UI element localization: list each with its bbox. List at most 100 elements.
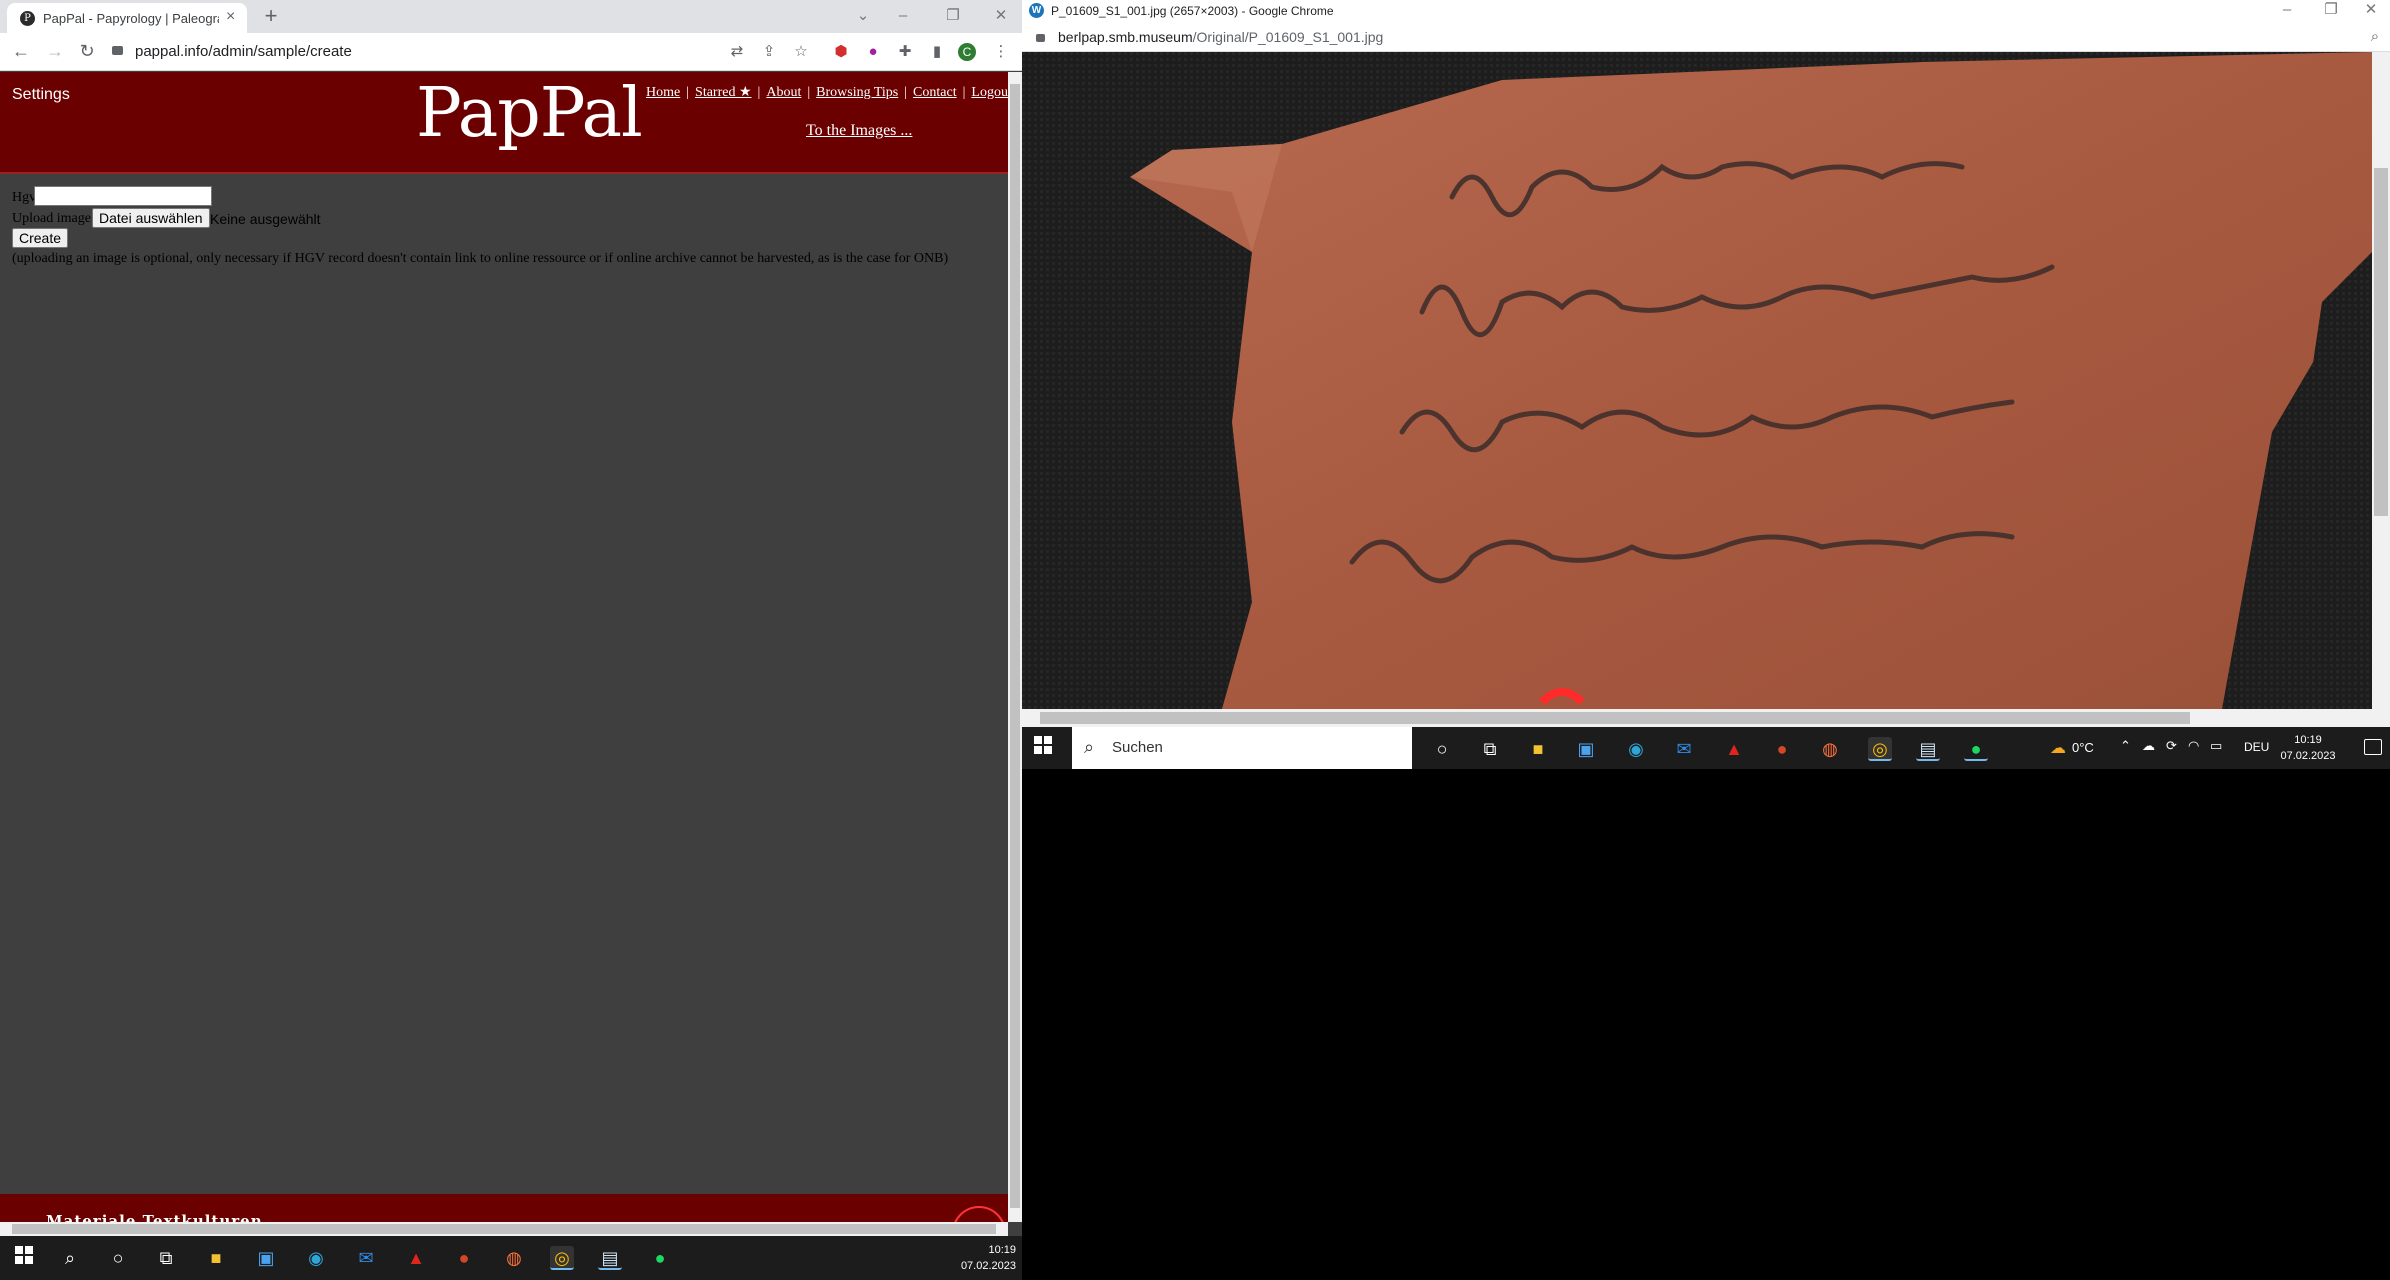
search-icon[interactable]: ⌕ [58, 1246, 82, 1270]
taskbar-clock[interactable]: 10:19 07.02.2023 [961, 1242, 1016, 1274]
right-taskbar: ⌕ Suchen ○ ⧉ ■ ▣ ◉ ✉ ▲ ● ◍ ◎ ▤ ● ☁ 0°C ⌃… [1022, 727, 2390, 769]
store-icon[interactable]: ▣ [254, 1246, 278, 1270]
side-panel-icon[interactable]: ▮ [928, 43, 946, 61]
cortana-icon[interactable]: ○ [106, 1246, 130, 1270]
site-logo[interactable]: PapPal [416, 74, 643, 153]
to-images-link[interactable]: To the Images ... [806, 122, 912, 140]
taskbar-search-box[interactable]: ⌕ Suchen [1072, 727, 1412, 769]
vertical-scroll-thumb[interactable] [1010, 84, 1020, 1208]
new-tab-button[interactable]: + [258, 3, 284, 29]
notepad-icon[interactable]: ▤ [598, 1246, 622, 1270]
reload-icon[interactable]: ↻ [76, 41, 98, 62]
wifi-icon[interactable]: ◠ [2188, 738, 2199, 754]
file-explorer-icon[interactable]: ■ [1526, 737, 1550, 761]
restore-button[interactable]: ❐ [938, 2, 968, 30]
minimize-button[interactable]: – [888, 2, 918, 30]
firefox-icon[interactable]: ◍ [1818, 737, 1842, 761]
chrome-icon[interactable]: ◎ [550, 1246, 574, 1270]
back-icon[interactable]: ← [10, 41, 32, 62]
footer-logo-circle [952, 1206, 1006, 1222]
close-tab-icon[interactable]: × [226, 8, 235, 26]
profile-avatar[interactable]: C [958, 43, 976, 61]
zoom-icon[interactable]: ⌕ [2366, 28, 2384, 46]
spotify-icon[interactable]: ● [648, 1246, 672, 1270]
address-bar[interactable]: pappal.info/admin/sample/create [112, 38, 712, 66]
powerpoint-icon[interactable]: ● [452, 1246, 476, 1270]
mail-icon[interactable]: ✉ [354, 1246, 378, 1270]
tab-search-icon[interactable]: ⌄ [848, 2, 878, 30]
horizontal-scroll-thumb[interactable] [12, 1224, 996, 1234]
nav-about[interactable]: About [766, 85, 801, 100]
firefox-icon[interactable]: ◍ [502, 1246, 526, 1270]
close-window-button[interactable]: ✕ [986, 2, 1016, 30]
nav-contact[interactable]: Contact [913, 85, 957, 100]
windows-start-icon[interactable] [1034, 736, 1056, 758]
upload-image-label: Upload image [12, 211, 91, 226]
share-icon[interactable]: ⇪ [760, 43, 778, 61]
taskbar-clock[interactable]: 10:19 07.02.2023 [2278, 732, 2338, 764]
vertical-scroll-thumb[interactable] [2374, 168, 2388, 516]
weather-icon[interactable]: ☁ [2050, 738, 2066, 758]
notepad-icon[interactable]: ▤ [1916, 737, 1940, 761]
task-view-icon[interactable]: ⧉ [1478, 737, 1502, 761]
extension-ublock-icon[interactable]: ● [864, 43, 882, 61]
nav-browsing-tips[interactable]: Browsing Tips [816, 85, 898, 100]
translate-icon[interactable]: ⇄ [728, 43, 746, 61]
powerpoint-icon[interactable]: ● [1770, 737, 1794, 761]
browser-toolbar: ← → ↻ pappal.info/admin/sample/create ⇄ … [0, 33, 1022, 71]
onedrive-icon[interactable]: ☁ [2142, 738, 2155, 754]
store-icon[interactable]: ▣ [1574, 737, 1598, 761]
right-title-bar: W P_01609_S1_001.jpg (2657×2003) - Googl… [1022, 0, 2390, 22]
right-browser-window: W P_01609_S1_001.jpg (2657×2003) - Googl… [1022, 0, 2390, 1280]
hgv-input[interactable] [34, 186, 212, 206]
sync-icon[interactable]: ⟳ [2166, 738, 2177, 754]
edge-icon[interactable]: ◉ [1624, 737, 1648, 761]
extension-shield-icon[interactable]: ⬢ [832, 43, 850, 61]
file-explorer-icon[interactable]: ■ [204, 1246, 228, 1270]
task-view-icon[interactable]: ⧉ [154, 1246, 178, 1270]
no-file-selected-text: Keine ausgewählt [210, 211, 321, 227]
forward-icon[interactable]: → [44, 41, 66, 62]
language-indicator[interactable]: DEU [2244, 740, 2269, 754]
nav-logout[interactable]: Logou [971, 85, 1008, 100]
settings-link[interactable]: Settings [12, 86, 70, 104]
show-hidden-icons-icon[interactable]: ⌃ [2120, 738, 2131, 754]
cortana-icon[interactable]: ○ [1430, 737, 1454, 761]
clock-time: 10:19 [2294, 734, 2322, 746]
url-path: /Original/P_01609_S1_001.jpg [1192, 29, 1384, 45]
extensions-puzzle-icon[interactable]: ✚ [896, 43, 914, 61]
nav-starred[interactable]: Starred ★ [695, 85, 751, 100]
footer-text: Materiale Textkulturen [46, 1212, 263, 1222]
close-window-button[interactable]: ✕ [2356, 0, 2386, 24]
url-text: pappal.info/admin/sample/create [135, 43, 352, 60]
menu-kebab-icon[interactable]: ⋮ [992, 43, 1010, 61]
create-button[interactable]: Create [12, 228, 69, 248]
weather-temp[interactable]: 0°C [2072, 740, 2094, 755]
chrome-icon[interactable]: ◎ [1868, 737, 1892, 761]
mail-icon[interactable]: ✉ [1672, 737, 1696, 761]
battery-icon[interactable]: ▭ [2210, 738, 2222, 754]
acrobat-icon[interactable]: ▲ [404, 1246, 428, 1270]
wordpress-favicon-icon: W [1029, 3, 1044, 18]
restore-button[interactable]: ❐ [2316, 0, 2346, 24]
tab-pappal[interactable]: P PapPal - Papyrology | Paleograph × [7, 3, 247, 33]
notification-center-icon[interactable] [2364, 739, 2382, 755]
search-placeholder: Suchen [1112, 739, 1163, 756]
choose-file-button[interactable]: Datei auswählen [92, 208, 210, 228]
windows-start-icon[interactable] [12, 1246, 36, 1270]
right-address-bar[interactable]: berlpap.smb.museum/Original/P_01609_S1_0… [1022, 22, 2390, 52]
nav-home[interactable]: Home [646, 85, 680, 100]
papyrus-ostracon-image[interactable] [1022, 52, 2372, 709]
window-title: P_01609_S1_001.jpg (2657×2003) - Google … [1051, 4, 1334, 18]
site-header: Settings PapPal Home | Starred ★ | About | Bro… [0, 72, 1008, 174]
acrobat-icon[interactable]: ▲ [1722, 737, 1746, 761]
horizontal-scroll-thumb[interactable] [1040, 712, 2190, 724]
minimize-button[interactable]: – [2272, 0, 2302, 24]
pappal-favicon-icon: P [20, 11, 35, 26]
edge-icon[interactable]: ◉ [304, 1246, 328, 1270]
spotify-icon[interactable]: ● [1964, 737, 1988, 761]
lock-icon [1036, 34, 1045, 42]
tab-title: PapPal - Papyrology | Paleograph [43, 11, 219, 26]
ostracon-photo [1022, 52, 2372, 709]
bookmark-star-icon[interactable]: ☆ [792, 43, 810, 61]
